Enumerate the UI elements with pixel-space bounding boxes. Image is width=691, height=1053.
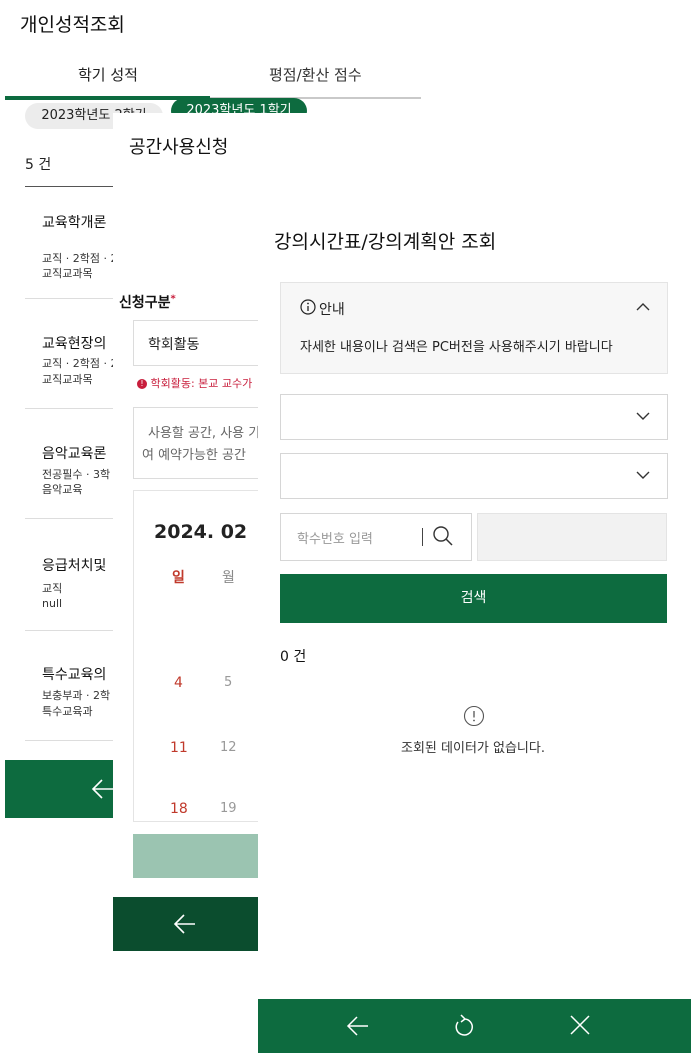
alert-icon: ! <box>137 379 147 389</box>
course-meta: 전공필수 · 3학 <box>42 468 111 481</box>
calendar-day[interactable]: 18 <box>170 801 188 817</box>
course-name: 음악교육론 <box>42 446 107 462</box>
course-meta: 교직 · 2학점 · 2 <box>42 357 118 370</box>
course-meta: 교직 <box>42 582 63 595</box>
course-meta: 교직 · 2학점 · 2 <box>42 252 118 265</box>
category-select[interactable]: 학회활동 <box>133 320 275 366</box>
empty-state-text: 조회된 데이터가 없습니다. <box>401 741 545 756</box>
back-arrow-icon[interactable] <box>171 910 199 942</box>
result-count: 5 건 <box>25 157 52 173</box>
course-number-input[interactable]: 학수번호 입력 <box>280 513 472 561</box>
course-name: 응급처치및 <box>42 558 107 574</box>
chevron-up-icon[interactable] <box>635 299 651 319</box>
course-name-display <box>477 513 667 561</box>
course-dept: null <box>42 597 63 610</box>
notice-label: 학회활동: 본교 교수가 <box>150 377 253 390</box>
divider <box>25 186 113 187</box>
chevron-down-icon <box>635 408 651 428</box>
submit-button-disabled[interactable] <box>133 834 273 878</box>
calendar-day[interactable]: 12 <box>220 740 237 755</box>
result-count: 0 건 <box>280 649 307 665</box>
info-box: 안내 자세한 내용이나 검색은 PC버전을 사용해주시기 바랍니다 <box>280 282 668 374</box>
weekday-mon: 월 <box>222 570 235 586</box>
calendar-month: 2024. 02 <box>154 521 248 543</box>
bottom-nav-bar <box>258 999 691 1053</box>
list-item[interactable]: 교육학개론 <box>42 212 122 232</box>
empty-info-icon <box>463 705 485 731</box>
divider <box>25 630 113 631</box>
back-arrow-icon[interactable] <box>344 1012 372 1044</box>
calendar-day[interactable]: 19 <box>220 801 237 816</box>
year-semester-select[interactable] <box>280 394 668 440</box>
textarea-placeholder-line2: 여 예약가능한 공간 <box>142 448 246 463</box>
tab-semester-grade[interactable]: 학기 성적 <box>78 64 138 85</box>
list-item[interactable]: 음악교육론 <box>42 443 122 463</box>
notice-text: ! 학회활동: 본교 교수가 <box>137 375 252 391</box>
course-meta: 보충부과 · 2학 <box>42 689 111 702</box>
list-item[interactable]: 응급처치및 <box>42 555 122 575</box>
section-label: 신청구분* <box>119 292 176 312</box>
chevron-down-icon <box>635 467 651 487</box>
department-select[interactable] <box>280 453 668 499</box>
page-title: 강의시간표/강의계획안 조회 <box>274 231 497 253</box>
purpose-textarea[interactable]: 사용할 공간, 사용 기 여 예약가능한 공간 <box>133 407 275 479</box>
search-button[interactable]: 검색 <box>280 574 667 623</box>
input-divider <box>422 528 423 546</box>
course-name: 특수교육의 <box>42 667 107 683</box>
lecture-schedule-screen: 강의시간표/강의계획안 조회 안내 자세한 내용이나 검색은 PC버전을 사용해… <box>258 185 691 1053</box>
divider <box>25 740 113 741</box>
textarea-placeholder-line1: 사용할 공간, 사용 기 <box>148 426 261 441</box>
course-dept: 음악교육 <box>42 483 83 496</box>
course-dept: 교직교과목 <box>42 267 93 280</box>
list-item[interactable]: 교육현장의 <box>42 333 122 353</box>
course-name: 교육현장의 <box>42 336 107 352</box>
course-number-placeholder: 학수번호 입력 <box>297 532 373 547</box>
info-text: 자세한 내용이나 검색은 PC버전을 사용해주시기 바랍니다 <box>300 340 613 355</box>
page-title: 공간사용신청 <box>129 137 229 158</box>
required-mark: * <box>170 293 176 305</box>
calendar-day[interactable]: 11 <box>170 740 188 756</box>
weekday-sun: 일 <box>172 570 185 586</box>
calendar-day[interactable]: 5 <box>224 675 232 690</box>
search-icon[interactable] <box>432 525 454 551</box>
divider <box>25 408 113 409</box>
course-name: 교육학개론 <box>42 215 107 231</box>
bottom-nav-bar <box>5 760 113 818</box>
category-select-value: 학회활동 <box>148 337 200 353</box>
section-label-text: 신청구분 <box>119 295 171 311</box>
close-icon[interactable] <box>567 1012 593 1042</box>
divider <box>25 518 113 519</box>
course-dept: 특수교육과 <box>42 705 93 718</box>
divider <box>25 298 113 299</box>
bottom-nav-bar <box>113 897 273 951</box>
info-icon <box>300 299 316 319</box>
tab-gpa-score[interactable]: 평점/환산 점수 <box>269 64 362 85</box>
refresh-icon[interactable] <box>451 1012 477 1044</box>
calendar-day[interactable]: 4 <box>174 675 183 691</box>
page-title: 개인성적조회 <box>20 14 125 36</box>
course-dept: 교직교과목 <box>42 373 93 386</box>
calendar: 2024. 02 일 월 4 5 11 12 18 19 <box>133 490 275 822</box>
list-item[interactable]: 특수교육의 <box>42 664 122 684</box>
info-title: 안내 <box>319 302 345 318</box>
